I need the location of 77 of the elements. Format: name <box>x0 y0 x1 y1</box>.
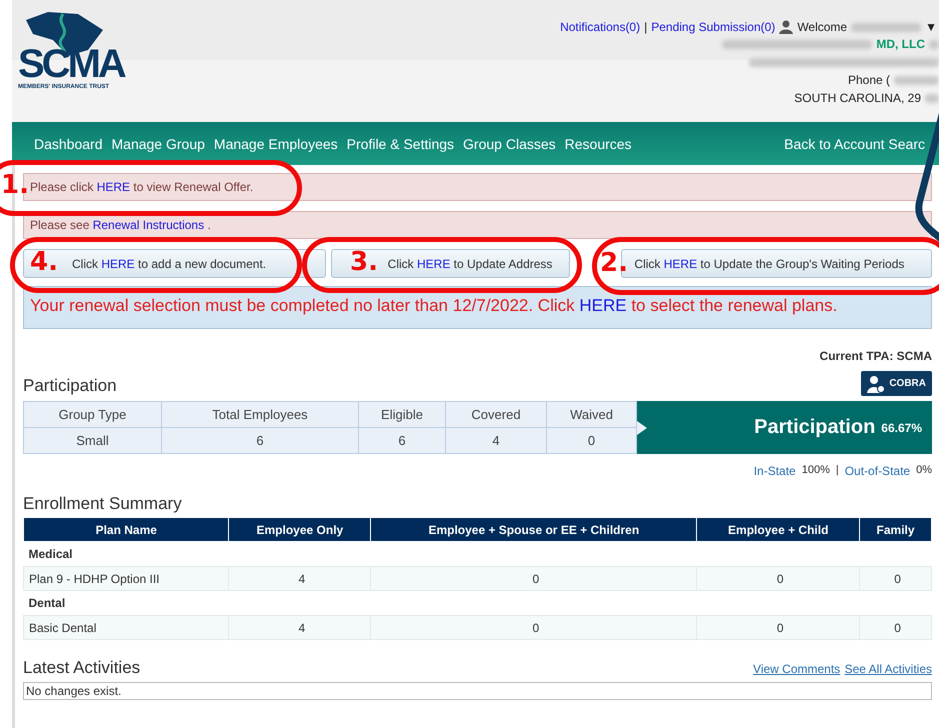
table-cell: 0 <box>860 616 932 640</box>
view-comments-link[interactable]: View Comments <box>753 662 840 676</box>
annotation-number: 1. <box>1 170 29 200</box>
table-cell: 4 <box>228 616 371 640</box>
column-header: Covered <box>446 402 546 428</box>
back-to-account-search-link[interactable]: Back to Account Searc <box>784 136 925 152</box>
welcome-text: Welcome <box>797 20 848 34</box>
nav-link[interactable]: Group Classes <box>463 136 556 152</box>
plan-category: Dental <box>28 596 66 610</box>
plan-category: Medical <box>28 547 73 561</box>
current-tpa: Current TPA: SCMA <box>818 349 932 363</box>
pointer-arrow <box>637 421 647 435</box>
table-cell: 6 <box>358 428 446 454</box>
table-cell: Plan 9 - HDHP Option III <box>24 566 229 590</box>
participation-label: Participation <box>754 416 876 439</box>
pending-submission-link[interactable]: Pending Submission(0) <box>651 20 776 34</box>
column-header: Waived <box>546 402 636 428</box>
table-cell: 0 <box>546 428 636 454</box>
blurred-text <box>851 22 922 32</box>
here-link[interactable]: Renewal Instructions <box>92 218 204 232</box>
menu-caret[interactable]: ▼ <box>925 20 937 34</box>
table-cell: 0 <box>696 616 860 640</box>
nav-link[interactable]: Manage Employees <box>214 136 338 152</box>
nav-link[interactable]: Manage Group <box>112 136 205 152</box>
out-of-state-value: 0% <box>916 464 932 478</box>
column-header: Employee + Child <box>696 518 860 542</box>
table-cell: Small <box>24 428 162 454</box>
table-cell: 6 <box>162 428 358 454</box>
here-link[interactable]: HERE <box>417 256 450 270</box>
participation-value: 66.67% <box>881 420 922 434</box>
column-header: Employee Only <box>228 518 371 542</box>
column-header: Family <box>860 518 932 542</box>
here-link[interactable]: HERE <box>101 256 135 270</box>
table-cell: 0 <box>370 616 697 640</box>
column-header: Employee + Spouse or EE + Children <box>370 518 697 542</box>
logo-text: SCMA <box>18 44 124 84</box>
alert-text: Please click HERE to view Renewal Offer. <box>30 180 254 194</box>
in-state-link[interactable]: In-State <box>754 464 796 478</box>
notifications-link[interactable]: Notifications(0) <box>560 20 640 34</box>
column-header: Group Type <box>24 402 162 428</box>
blurred-text <box>929 40 939 48</box>
see-all-activities-link[interactable]: See All Activities <box>844 662 932 676</box>
table-cell: 4 <box>228 566 371 590</box>
in-state-value: 100% <box>802 464 830 478</box>
here-link[interactable]: HERE <box>664 256 698 270</box>
alert-text: Please see Renewal Instructions . <box>30 218 211 232</box>
blurred-text <box>894 76 939 84</box>
here-link[interactable]: HERE <box>579 296 627 315</box>
blurred-text <box>925 94 939 102</box>
table-cell: 4 <box>446 428 546 454</box>
company-name: MD, LLC <box>876 37 925 51</box>
annotation-number: 3. <box>350 247 378 277</box>
table-cell: 0 <box>696 566 860 590</box>
person-icon <box>867 374 886 392</box>
section-title: Participation <box>23 376 117 396</box>
address-text: SOUTH CAROLINA, 29 <box>794 91 921 105</box>
phone-label: Phone ( <box>848 73 890 87</box>
separator: | <box>836 464 839 478</box>
table-cell: 0 <box>370 566 697 590</box>
user-icon <box>779 20 794 34</box>
table-cell: 0 <box>860 566 932 590</box>
deadline-text: Your renewal selection must be completed no later than 12/7/2022. Click HERE to select the renewal plans. <box>30 296 838 315</box>
out-of-state-link[interactable]: Out-of-State <box>844 464 910 478</box>
nav-link[interactable]: Dashboard <box>34 136 102 152</box>
annotation-number: 4. <box>30 247 58 277</box>
section-title: Enrollment Summary <box>23 494 183 514</box>
column-header: Plan Name <box>24 518 229 542</box>
section-title: Latest Activities <box>23 658 140 678</box>
nav-link[interactable]: Resources <box>564 136 632 152</box>
here-link[interactable]: HERE <box>96 180 130 194</box>
nav-link[interactable]: Profile & Settings <box>346 136 454 152</box>
column-header: Total Employees <box>162 402 358 428</box>
column-header: Eligible <box>358 402 446 428</box>
separator: | <box>644 20 648 34</box>
table-cell: Basic Dental <box>24 616 229 640</box>
empty-activities-message: No changes exist. <box>23 682 932 700</box>
cobra-button[interactable]: COBRA <box>861 371 932 396</box>
